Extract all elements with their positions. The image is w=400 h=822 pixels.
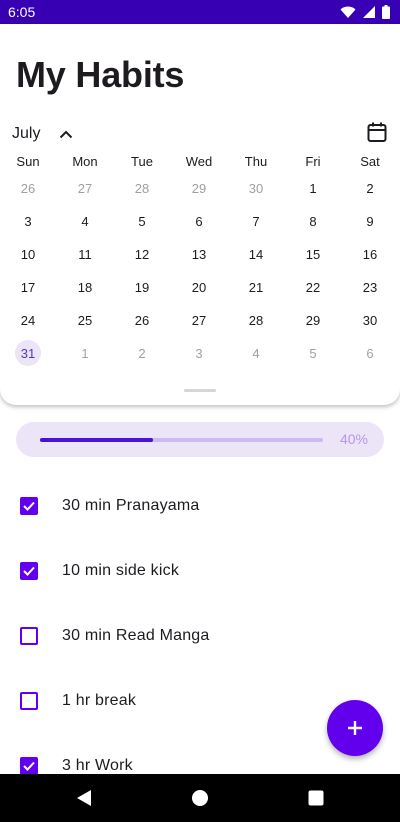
month-label: July xyxy=(12,125,41,142)
month-selector[interactable]: July xyxy=(12,122,78,146)
progress-fill xyxy=(40,438,154,442)
calendar-card: My Habits July Sun Mon Tue Wed Thu Fri Sat 26 2… xyxy=(0,24,400,405)
calendar-day[interactable]: 6 xyxy=(184,208,214,234)
calendar-day[interactable]: 24 xyxy=(13,307,43,333)
calendar-day[interactable]: 10 xyxy=(13,241,43,267)
weekday-label: Mon xyxy=(72,154,98,169)
habit-item[interactable]: 30 min Pranayama xyxy=(0,474,400,538)
calendar-day[interactable]: 25 xyxy=(70,307,100,333)
habit-label: 30 min Pranayama xyxy=(62,497,200,514)
calendar-day[interactable]: 29 xyxy=(184,175,214,201)
calendar-day[interactable]: 15 xyxy=(298,241,328,267)
recents-icon[interactable] xyxy=(306,788,326,808)
checkbox-unchecked[interactable] xyxy=(20,627,38,645)
calendar-day[interactable]: 16 xyxy=(355,241,385,267)
calendar-day[interactable]: 1 xyxy=(70,340,100,366)
calendar-day[interactable]: 6 xyxy=(355,340,385,366)
signal-icon xyxy=(363,6,375,18)
battery-icon xyxy=(382,5,390,19)
checkbox-checked[interactable] xyxy=(20,757,38,774)
calendar-icon[interactable] xyxy=(366,121,388,143)
habit-label: 30 min Read Manga xyxy=(62,627,210,644)
weekday-label: Thu xyxy=(244,154,268,169)
checkbox-checked[interactable] xyxy=(20,562,38,580)
progress-track xyxy=(40,438,323,442)
weekday-label: Wed xyxy=(185,154,213,169)
calendar-day[interactable]: 29 xyxy=(298,307,328,333)
check-icon xyxy=(23,761,35,771)
calendar-day[interactable]: 13 xyxy=(184,241,214,267)
calendar-day-selected[interactable]: 31 xyxy=(15,340,41,366)
weekday-label: Sun xyxy=(16,154,40,169)
navigation-bar xyxy=(0,774,400,822)
calendar-day[interactable]: 2 xyxy=(127,340,157,366)
calendar-day[interactable]: 28 xyxy=(241,307,271,333)
calendar-day[interactable]: 4 xyxy=(241,340,271,366)
habit-label: 3 hr Work xyxy=(62,757,133,774)
calendar-day[interactable]: 18 xyxy=(70,274,100,300)
calendar-day[interactable]: 5 xyxy=(298,340,328,366)
add-habit-button[interactable] xyxy=(327,700,383,756)
drag-handle[interactable] xyxy=(184,389,216,392)
calendar-day[interactable]: 3 xyxy=(184,340,214,366)
calendar-day[interactable]: 5 xyxy=(127,208,157,234)
home-icon[interactable] xyxy=(190,788,210,808)
checkbox-unchecked[interactable] xyxy=(20,692,38,710)
calendar-day[interactable]: 12 xyxy=(127,241,157,267)
weekday-label: Sat xyxy=(360,154,380,169)
status-time: 6:05 xyxy=(8,4,36,20)
habit-item[interactable]: 30 min Read Manga xyxy=(0,604,400,668)
back-icon[interactable] xyxy=(74,788,94,808)
calendar-day[interactable]: 30 xyxy=(241,175,271,201)
calendar-day[interactable]: 27 xyxy=(184,307,214,333)
plus-icon xyxy=(348,721,362,735)
wifi-icon xyxy=(340,6,356,18)
habit-label: 10 min side kick xyxy=(62,562,180,579)
habit-label: 1 hr break xyxy=(62,692,137,709)
calendar-day[interactable]: 1 xyxy=(298,175,328,201)
checkbox-checked[interactable] xyxy=(20,497,38,515)
chevron-up-icon[interactable] xyxy=(54,122,78,146)
weekday-header: Sun Mon Tue Wed Thu Fri Sat xyxy=(0,154,400,172)
progress-percent: 40% xyxy=(339,431,368,447)
calendar-day[interactable]: 8 xyxy=(298,208,328,234)
calendar-day[interactable]: 4 xyxy=(70,208,100,234)
calendar-day[interactable]: 26 xyxy=(127,307,157,333)
status-bar: 6:05 xyxy=(0,0,400,24)
calendar-day[interactable]: 27 xyxy=(70,175,100,201)
page-title: My Habits xyxy=(16,54,185,95)
progress-indicator: 40% xyxy=(16,422,384,457)
status-icons xyxy=(340,5,390,19)
calendar-day[interactable]: 3 xyxy=(13,208,43,234)
calendar-day[interactable]: 26 xyxy=(13,175,43,201)
weekday-label: Tue xyxy=(131,154,153,169)
check-icon xyxy=(23,566,35,576)
calendar-day[interactable]: 22 xyxy=(298,274,328,300)
calendar-day[interactable]: 21 xyxy=(241,274,271,300)
calendar-day[interactable]: 20 xyxy=(184,274,214,300)
calendar-day[interactable]: 17 xyxy=(13,274,43,300)
weekday-label: Fri xyxy=(305,154,321,169)
calendar-day[interactable]: 2 xyxy=(355,175,385,201)
calendar-day[interactable]: 7 xyxy=(241,208,271,234)
calendar-day[interactable]: 23 xyxy=(355,274,385,300)
habit-item[interactable]: 10 min side kick xyxy=(0,539,400,603)
calendar-day[interactable]: 19 xyxy=(127,274,157,300)
calendar-day[interactable]: 28 xyxy=(127,175,157,201)
calendar-day[interactable]: 30 xyxy=(355,307,385,333)
calendar-day[interactable]: 9 xyxy=(355,208,385,234)
check-icon xyxy=(23,501,35,511)
calendar-day[interactable]: 11 xyxy=(70,241,100,267)
calendar-day[interactable]: 14 xyxy=(241,241,271,267)
